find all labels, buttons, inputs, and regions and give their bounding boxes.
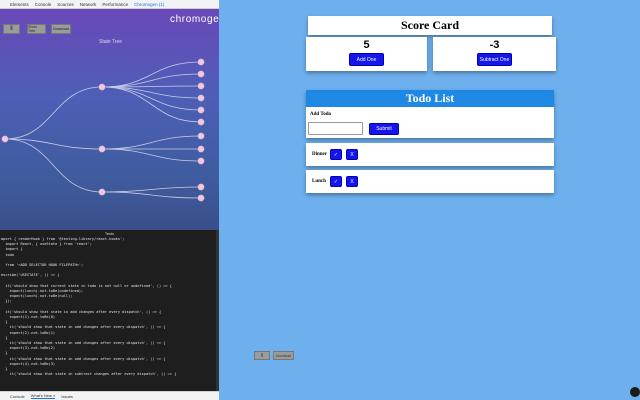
tree-node[interactable] (98, 145, 106, 153)
tab-sources[interactable]: Sources (57, 2, 74, 7)
tree-link (4, 138, 103, 193)
tree-link (101, 191, 202, 199)
tests-scrollbar[interactable] (216, 230, 219, 391)
chromogen-logo-title: chromogen (170, 14, 219, 25)
tree-link (101, 186, 202, 193)
tests-code: mport { renderHook } from '@testing-libr… (0, 237, 219, 377)
show-tree-button[interactable]: Show Tree (27, 24, 46, 34)
tree-node[interactable] (197, 58, 205, 66)
devtools-drawer-tabs: Console What's New × Issues (0, 391, 219, 400)
todo-item-name: Lunch (312, 179, 326, 184)
devtools-panel: Elements Console Sources Network Perform… (0, 0, 219, 400)
drawer-tab-whats-new[interactable]: What's New × (30, 393, 56, 399)
drawer-tab-console[interactable]: Console (10, 394, 25, 399)
tree-node[interactable] (197, 183, 205, 191)
todo-input[interactable] (308, 122, 363, 135)
tree-node[interactable] (197, 82, 205, 90)
tab-chromogen[interactable]: Chromogen (1) (134, 2, 164, 7)
tree-node[interactable] (98, 188, 106, 196)
tests-title: Tests (104, 231, 115, 236)
recorder-download-button[interactable]: Download (273, 351, 294, 360)
tree-link (101, 73, 202, 88)
tests-panel: Tests mport { renderHook } from '@testin… (0, 230, 219, 391)
add-score-value: 5 (363, 39, 370, 51)
tree-node[interactable] (197, 157, 205, 165)
tab-performance[interactable]: Performance (102, 2, 128, 7)
todo-list-card: Todo List Add Todo Submit (306, 90, 554, 138)
tab-console[interactable]: Console (35, 2, 52, 7)
tab-network[interactable]: Network (80, 2, 97, 7)
complete-todo-button[interactable]: ✓ (330, 149, 342, 160)
tree-node[interactable] (197, 194, 205, 202)
todo-item-name: Dinner (312, 152, 327, 157)
tree-node[interactable] (197, 70, 205, 78)
tree-node[interactable] (197, 132, 205, 140)
devtools-tab-bar: Elements Console Sources Network Perform… (0, 0, 219, 9)
submit-button[interactable]: Submit (369, 123, 399, 135)
tree-node[interactable] (197, 145, 205, 153)
corner-circle-icon (630, 387, 640, 397)
tree-link (101, 135, 202, 150)
pause-button[interactable]: ‖ (3, 24, 20, 34)
subtract-one-button[interactable]: Subtract One (477, 53, 512, 66)
tree-node[interactable] (197, 94, 205, 102)
delete-todo-button[interactable]: X (346, 149, 358, 160)
add-one-button[interactable]: Add One (349, 53, 384, 66)
tree-node[interactable] (197, 118, 205, 126)
chromogen-panel: chromogen ‖ Show Tree Download State Tre… (0, 9, 219, 230)
delete-todo-button[interactable]: X (346, 176, 358, 187)
drawer-tab-issues[interactable]: Issues (61, 394, 73, 399)
todo-item: Lunch ✓ X (306, 170, 554, 193)
tree-link (4, 86, 103, 140)
code-line: it('should show that state in subtract c… (1, 372, 177, 377)
score-card-title: Score Card (308, 16, 552, 35)
todo-item: Dinner ✓ X (306, 143, 554, 166)
tree-node[interactable] (98, 83, 106, 91)
tree-node[interactable] (197, 106, 205, 114)
todo-list-title: Todo List (306, 90, 554, 107)
score-subtract-card: -3 Subtract One (433, 37, 556, 71)
subtract-score-value: -3 (489, 39, 500, 51)
complete-todo-button[interactable]: ✓ (330, 176, 342, 187)
tree-link (101, 86, 202, 111)
tree-link (101, 148, 202, 162)
tree-node[interactable] (1, 135, 9, 143)
tab-elements[interactable]: Elements (10, 2, 29, 7)
score-add-card: 5 Add One (306, 37, 427, 71)
add-todo-label: Add Todo (310, 112, 331, 117)
download-button[interactable]: Download (51, 24, 71, 34)
recorder-pause-button[interactable]: ‖ (254, 351, 270, 360)
state-tree-label: State Tree (99, 39, 123, 45)
tree-link (101, 86, 202, 99)
